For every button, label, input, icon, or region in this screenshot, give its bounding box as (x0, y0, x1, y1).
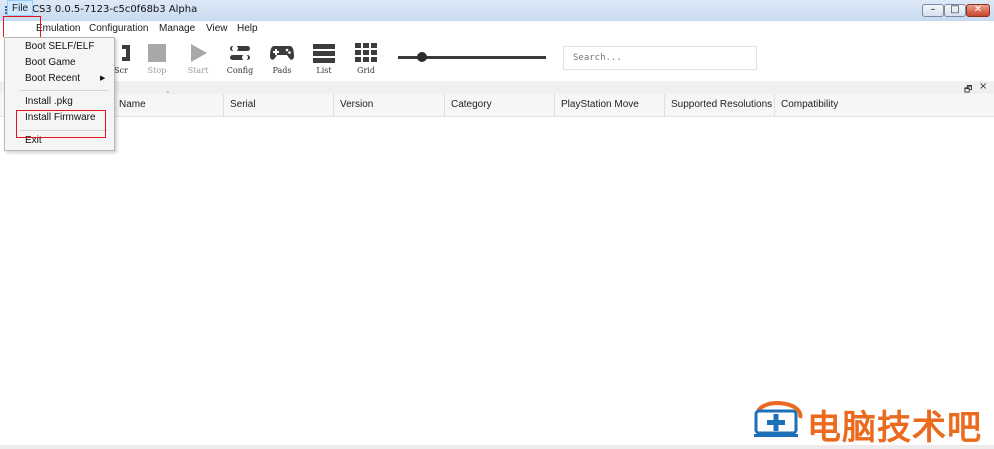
file-menu-annotation-box (3, 16, 41, 39)
watermark-text: 电脑技术吧 (807, 408, 982, 448)
menu-item-install-pkg[interactable]: Install .pkg (25, 96, 73, 107)
list-view-button-label: List (316, 66, 332, 75)
stop-button-label: Stop (147, 66, 167, 75)
start-button-label: Start (187, 66, 209, 75)
window-title: RPCS3 0.0.5-7123-c5c0f68b3 Alpha (19, 4, 198, 15)
grid-view-button-label: Grid (357, 66, 375, 75)
stop-button[interactable]: Stop (137, 37, 177, 81)
dock-title-bar (0, 81, 994, 94)
column-header-serial[interactable]: Serial (224, 94, 334, 116)
play-icon (191, 44, 207, 62)
game-list-body[interactable] (0, 117, 994, 445)
list-icon (313, 44, 335, 63)
maximize-icon: □ (950, 4, 960, 15)
close-dock-icon[interactable]: × (979, 81, 987, 92)
config-button[interactable]: Config (220, 37, 260, 81)
menu-configuration[interactable]: Configuration (85, 21, 152, 37)
close-button[interactable]: ✕ (966, 4, 990, 17)
watermark: 电脑技术吧 (752, 397, 990, 448)
menu-file[interactable]: File (7, 0, 34, 16)
maximize-button[interactable]: □ (944, 4, 966, 17)
minimize-button[interactable]: – (922, 4, 944, 17)
sort-ascending-icon: ˄ (166, 91, 170, 99)
search-input[interactable] (563, 46, 757, 70)
submenu-arrow-icon: ▶ (100, 74, 106, 82)
column-header-compatibility[interactable]: Compatibility (775, 94, 994, 116)
column-header-version[interactable]: Version (334, 94, 445, 116)
list-view-button[interactable]: List (304, 37, 344, 81)
install-firmware-annotation-box (16, 110, 106, 138)
start-button[interactable]: Start (178, 37, 218, 81)
menu-view[interactable]: View (202, 21, 232, 37)
close-icon: ✕ (973, 4, 983, 15)
minimize-icon: – (930, 4, 936, 15)
grid-icon (355, 43, 377, 62)
config-button-label: Config (226, 66, 254, 75)
config-icon (230, 45, 250, 61)
stop-icon (148, 44, 166, 62)
menu-separator (20, 90, 108, 91)
column-header-supported-resolutions[interactable]: Supported Resolutions (665, 94, 775, 116)
column-header-playstation-move[interactable]: PlayStation Move (555, 94, 665, 116)
pads-button-label: Pads (272, 66, 292, 75)
zoom-slider-handle[interactable] (416, 52, 427, 62)
grid-view-button[interactable]: Grid (346, 37, 386, 81)
watermark-logo-icon (754, 401, 803, 437)
menu-manage[interactable]: Manage (155, 21, 199, 37)
menu-item-boot-recent[interactable]: Boot Recent (25, 73, 80, 84)
gamepad-icon (270, 46, 294, 60)
column-header-category[interactable]: Category (445, 94, 555, 116)
pads-button[interactable]: Pads (262, 37, 302, 81)
menu-help[interactable]: Help (233, 21, 262, 37)
menu-item-boot-self-elf[interactable]: Boot SELF/ELF (25, 41, 94, 52)
menu-item-boot-game[interactable]: Boot Game (25, 57, 76, 68)
